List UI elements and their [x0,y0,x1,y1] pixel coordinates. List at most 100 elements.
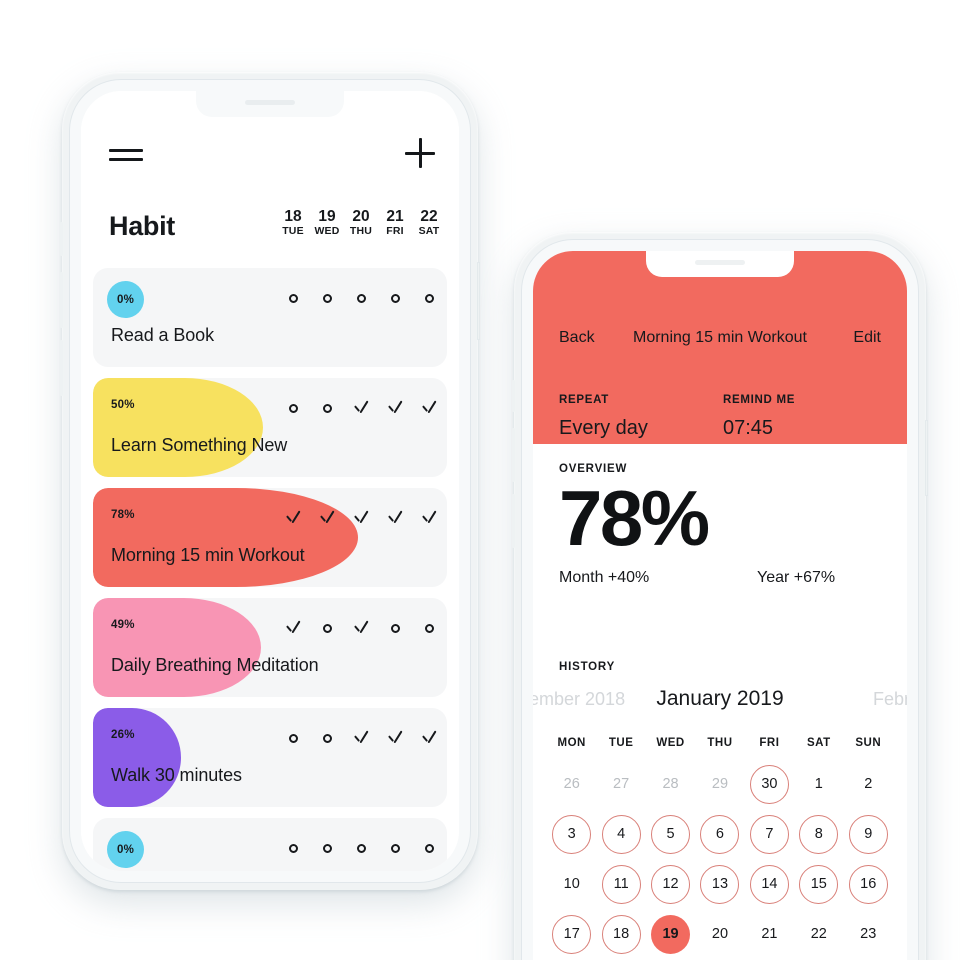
calendar-day-plain[interactable]: 22 [799,915,838,954]
calendar-day-ring[interactable]: 16 [848,864,888,904]
calendar-day-cell[interactable]: 30 [745,759,794,809]
day-empty-circle-icon[interactable] [276,840,310,858]
calendar-day-cell[interactable]: 27 [596,759,645,809]
calendar-day-muted[interactable]: 27 [602,765,641,804]
calendar-day-muted[interactable]: 29 [700,765,739,804]
volume-down-button[interactable] [60,340,63,396]
calendar-day-cell[interactable]: 18 [596,909,645,959]
calendar-grid[interactable]: MON TUE WED THU FRI SAT SUN 26 27 28 29 30 1 2 3 4 5 6 7 8 9… [533,727,907,959]
habit-list[interactable]: 0% Read a Book 50% Learn Something New 78% Mo… [93,268,447,871]
calendar-day-ring[interactable]: 7 [749,814,789,854]
calendar-day-cell[interactable]: 20 [695,909,744,959]
calendar-day-cell[interactable]: 17 [547,909,596,959]
day-empty-circle-icon[interactable] [310,840,344,858]
calendar-day-plain[interactable]: 1 [799,765,838,804]
day-empty-circle-icon[interactable] [412,620,446,639]
calendar-day-cell[interactable]: 3 [547,809,596,859]
calendar-day-ring[interactable]: 13 [700,864,740,904]
day-empty-circle-icon[interactable] [276,290,310,308]
calendar-day-cell[interactable]: 23 [844,909,893,959]
calendar-day-ring[interactable]: 14 [749,864,789,904]
add-habit-plus-icon[interactable] [405,138,435,168]
day-check-icon[interactable] [344,620,378,639]
day-check-icon[interactable] [378,510,412,529]
calendar-day-cell[interactable]: 19 [646,909,695,959]
day-check-icon[interactable] [378,400,412,419]
calendar-day-cell[interactable]: 1 [794,759,843,809]
habit-card[interactable]: 0% [93,818,447,871]
day-check-icon[interactable] [344,400,378,419]
calendar-day-muted[interactable]: 28 [651,765,690,804]
calendar-day-ring[interactable]: 4 [601,814,641,854]
calendar-day-ring[interactable]: 3 [552,814,592,854]
calendar-day-cell[interactable]: 7 [745,809,794,859]
habit-card[interactable]: 26% Walk 30 minutes [93,708,447,807]
volume-up-button[interactable] [512,428,515,482]
day-empty-circle-icon[interactable] [378,840,412,858]
calendar-day-ring[interactable]: 12 [651,864,691,904]
day-empty-circle-icon[interactable] [276,400,310,419]
next-month-label[interactable]: February [873,689,907,710]
calendar-day-today[interactable]: 19 [651,914,691,954]
calendar-day-plain[interactable]: 20 [700,915,739,954]
day-empty-circle-icon[interactable] [310,620,344,639]
day-empty-circle-icon[interactable] [412,840,446,858]
repeat-field[interactable]: REPEAT Every day [559,393,648,443]
calendar-day-plain[interactable]: 21 [750,915,789,954]
day-empty-circle-icon[interactable] [344,290,378,308]
calendar-day-cell[interactable]: 8 [794,809,843,859]
calendar-day-muted[interactable]: 26 [552,765,591,804]
calendar-day-cell[interactable]: 10 [547,859,596,909]
habit-card[interactable]: 78% Morning 15 min Workout [93,488,447,587]
day-empty-circle-icon[interactable] [378,290,412,308]
calendar-day-ring[interactable]: 18 [601,914,641,954]
calendar-day-plain[interactable]: 10 [552,865,591,904]
calendar-day-cell[interactable]: 4 [596,809,645,859]
calendar-day-cell[interactable]: 12 [646,859,695,909]
calendar-day-ring[interactable]: 17 [552,914,592,954]
day-empty-circle-icon[interactable] [412,290,446,308]
day-check-icon[interactable] [344,510,378,529]
day-empty-circle-icon[interactable] [310,730,344,749]
volume-down-button[interactable] [512,494,515,548]
calendar-day-ring[interactable]: 9 [848,814,888,854]
calendar-day-ring[interactable]: 8 [799,814,839,854]
month-switcher[interactable]: December 2018 January 2019 February [533,687,907,719]
habit-card[interactable]: 50% Learn Something New [93,378,447,477]
day-check-icon[interactable] [310,510,344,529]
day-empty-circle-icon[interactable] [344,840,378,858]
day-check-icon[interactable] [276,620,310,639]
power-button[interactable] [925,420,928,496]
calendar-day-cell[interactable]: 22 [794,909,843,959]
calendar-day-ring[interactable]: 6 [700,814,740,854]
calendar-day-plain[interactable]: 23 [849,915,888,954]
calendar-day-cell[interactable]: 26 [547,759,596,809]
calendar-day-cell[interactable]: 11 [596,859,645,909]
remind-field[interactable]: REMIND ME 07:45 [723,393,795,443]
day-check-icon[interactable] [412,730,446,749]
calendar-day-cell[interactable]: 29 [695,759,744,809]
calendar-day-ring[interactable]: 30 [749,764,789,804]
calendar-day-ring[interactable]: 11 [601,864,641,904]
calendar-day-cell[interactable]: 13 [695,859,744,909]
day-check-icon[interactable] [344,730,378,749]
calendar-day-ring[interactable]: 5 [651,814,691,854]
calendar-day-cell[interactable]: 15 [794,859,843,909]
day-check-icon[interactable] [276,510,310,529]
calendar-day-cell[interactable]: 6 [695,809,744,859]
mute-switch[interactable] [60,222,63,256]
calendar-day-cell[interactable]: 5 [646,809,695,859]
day-empty-circle-icon[interactable] [310,400,344,419]
day-empty-circle-icon[interactable] [378,620,412,639]
calendar-day-cell[interactable]: 9 [844,809,893,859]
calendar-day-cell[interactable]: 28 [646,759,695,809]
calendar-day-plain[interactable]: 2 [849,765,888,804]
calendar-day-cell[interactable]: 16 [844,859,893,909]
power-button[interactable] [477,262,480,340]
calendar-day-ring[interactable]: 15 [799,864,839,904]
edit-button[interactable]: Edit [853,329,881,347]
calendar-day-cell[interactable]: 2 [844,759,893,809]
day-empty-circle-icon[interactable] [310,290,344,308]
day-empty-circle-icon[interactable] [276,730,310,749]
habit-card[interactable]: 0% Read a Book [93,268,447,367]
